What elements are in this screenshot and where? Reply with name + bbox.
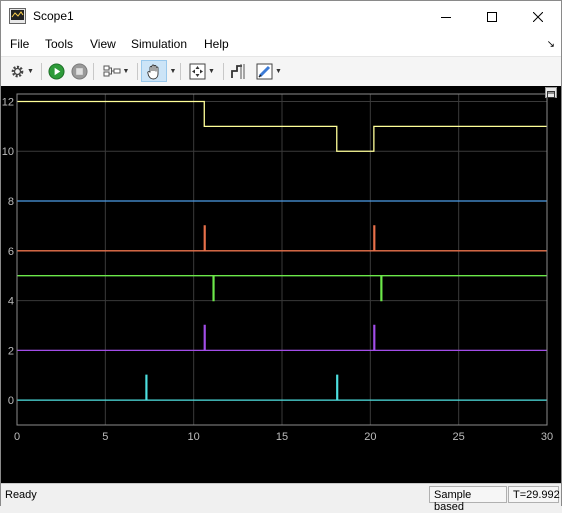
stop-button[interactable]: [68, 60, 90, 82]
toolbar-separator: [137, 63, 138, 80]
scope-plot-area[interactable]: 0 5 10 15 20 25 30 0 2 4 6 8 10 12: [1, 86, 561, 483]
signal-selector-icon: [103, 65, 121, 77]
settings-button[interactable]: ▼: [5, 60, 39, 82]
toolbar-separator: [223, 63, 224, 80]
minimize-button[interactable]: [423, 1, 469, 32]
status-bar: Ready Sample based T=29.992: [1, 483, 561, 513]
menu-help[interactable]: Help: [204, 37, 229, 51]
menu-tools[interactable]: Tools: [45, 37, 73, 51]
gear-icon: [11, 65, 24, 77]
scope-app-icon: [9, 8, 26, 24]
scope-chart[interactable]: 0 5 10 15 20 25 30 0 2 4 6 8 10 12: [1, 86, 561, 483]
simulation-time: T=29.992: [508, 486, 560, 503]
menu-file[interactable]: File: [10, 37, 29, 51]
dock-arrow-icon[interactable]: ↘: [547, 39, 555, 50]
y-tick-label: 6: [8, 246, 14, 258]
title-bar[interactable]: Scope1: [1, 1, 561, 32]
x-tick-label: 10: [188, 431, 200, 443]
highlight-tools-button[interactable]: ▼: [251, 60, 287, 82]
menu-simulation[interactable]: Simulation: [131, 37, 187, 51]
window-title: Scope1: [33, 9, 74, 23]
y-tick-label: 10: [2, 146, 14, 158]
run-icon: [47, 62, 65, 80]
highlight-icon: [256, 63, 273, 79]
sample-mode-indicator: Sample based: [429, 486, 507, 513]
signal-selector-button[interactable]: ▼: [98, 60, 134, 82]
toolbar-separator: [180, 63, 181, 80]
x-tick-label: 15: [276, 431, 288, 443]
y-tick-label: 4: [8, 296, 14, 308]
toolbar-separator: [93, 63, 94, 80]
cursor-measurements-button[interactable]: [227, 60, 249, 82]
x-tick-label: 30: [541, 431, 553, 443]
menu-view[interactable]: View: [90, 37, 116, 51]
autoscale-button[interactable]: ▼: [184, 60, 220, 82]
run-button[interactable]: [45, 60, 67, 82]
maximize-button[interactable]: [469, 1, 515, 32]
pan-hand-icon: [147, 64, 159, 79]
y-tick-label: 0: [8, 395, 14, 407]
autoscale-icon: [189, 63, 206, 79]
close-icon: [533, 11, 543, 22]
minimize-icon: [441, 16, 451, 18]
y-tick-label: 2: [8, 345, 14, 357]
status-ready: Ready: [5, 489, 37, 501]
x-tick-label: 20: [364, 431, 376, 443]
toolbar-separator: [41, 63, 42, 80]
y-tick-label: 12: [2, 96, 14, 108]
undock-icon: [547, 91, 555, 98]
cursor-measure-icon: [230, 63, 244, 79]
x-tick-label: 5: [102, 431, 108, 443]
undock-axes-button[interactable]: [545, 87, 557, 98]
x-tick-label: 0: [14, 431, 20, 443]
pan-button[interactable]: [141, 60, 167, 82]
menu-bar: File Tools View Simulation Help ↘: [1, 32, 561, 57]
maximize-icon: [487, 11, 497, 22]
toolbar: ▼ ▼ ▼ ▼ ▼: [1, 57, 561, 87]
x-tick-label: 25: [453, 431, 465, 443]
y-tick-label: 8: [8, 196, 14, 208]
pan-dropdown[interactable]: ▼: [167, 60, 177, 82]
stop-icon: [70, 62, 88, 80]
close-button[interactable]: [515, 1, 561, 32]
scope-window: Scope1 File Tools View Simulation Help ↘…: [0, 0, 562, 513]
